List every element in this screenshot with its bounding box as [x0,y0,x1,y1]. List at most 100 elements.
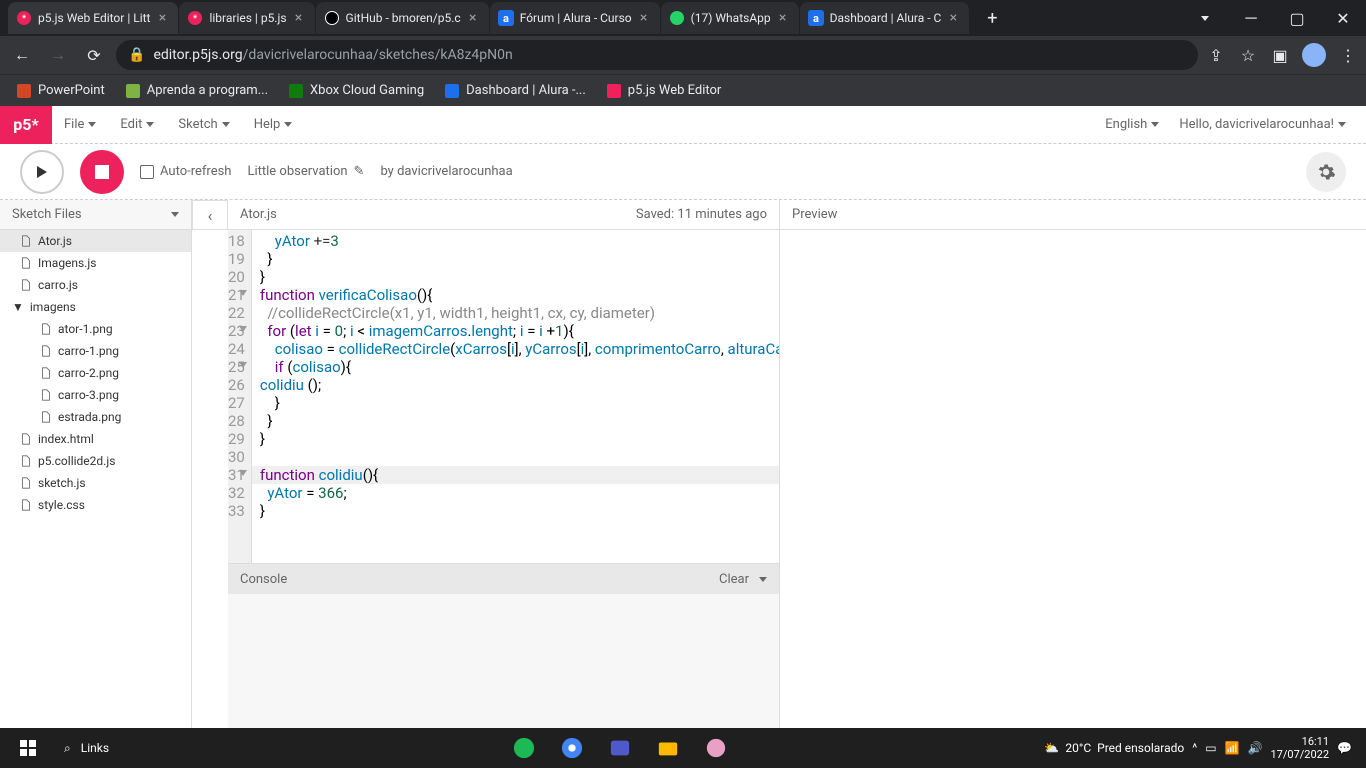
tray-chevron-icon[interactable]: ^ [1192,741,1197,755]
bookmark-item[interactable]: PowerPoint [8,77,113,105]
reload-button[interactable]: ⟳ [80,41,108,69]
file-item[interactable]: ator-1.png [0,318,191,340]
taskbar-weather[interactable]: ⛅ 20°C Pred ensolarado [1044,741,1184,755]
bookmark-item[interactable]: p5.js Web Editor [598,77,730,105]
console-output [228,594,779,728]
chevron-down-icon[interactable] [171,212,179,217]
menu-help[interactable]: Help [242,106,305,144]
bookmark-item[interactable]: Dashboard | Alura -... [436,77,594,105]
profile-avatar[interactable] [1302,43,1326,67]
browser-tab[interactable]: aDashboard | Alura - C× [800,2,970,34]
bookmark-item[interactable]: Aprenda a program... [117,77,276,105]
tab-favicon: * [187,10,203,26]
tab-close-icon[interactable]: × [945,10,961,26]
sketch-title[interactable]: Little observation ✎ [247,164,364,179]
file-item[interactable]: carro-3.png [0,384,191,406]
address-bar[interactable]: 🔒 editor.p5js.org/davicrivelarocunhaa/sk… [116,40,1198,70]
tab-close-icon[interactable]: × [291,10,307,26]
play-button[interactable] [20,150,64,194]
file-item[interactable]: carro-2.png [0,362,191,384]
tray-wifi-icon[interactable]: 📶 [1225,741,1240,755]
bookmark-favicon [288,83,304,99]
chevron-down-icon [284,122,292,127]
back-button[interactable]: ← [8,41,36,69]
tray-battery-icon[interactable]: ▭ [1205,741,1216,755]
browser-tab[interactable]: *p5.js Web Editor | Litt× [8,2,178,34]
preview-label: Preview [792,207,837,222]
lock-icon: 🔒 [128,47,145,63]
taskbar-app-chrome[interactable] [549,728,595,768]
menu-file[interactable]: File [52,106,108,144]
console-clear-button[interactable]: Clear [719,572,749,587]
tab-close-icon[interactable]: × [636,10,652,26]
file-item[interactable]: Ator.js [0,230,191,252]
menu-sketch[interactable]: Sketch [166,106,241,144]
window-maximize-button[interactable]: ▢ [1274,0,1320,36]
taskbar-clock[interactable]: 16:11 17/07/2022 [1271,735,1330,761]
taskbar-app-explorer[interactable] [645,728,691,768]
bookmark-favicon [125,83,141,99]
file-item[interactable]: carro.js [0,274,191,296]
tab-close-icon[interactable]: × [465,10,481,26]
browser-tab[interactable]: a Fórum | Alura - Curso × [490,2,660,34]
new-tab-button[interactable]: + [978,4,1006,32]
folder-item[interactable]: ▼ imagens [0,296,191,318]
menu-icon[interactable]: ⋮ [1338,45,1358,65]
language-selector[interactable]: English [1105,117,1159,132]
file-item[interactable]: Imagens.js [0,252,191,274]
bookmarks-bar: PowerPointAprenda a program...Xbox Cloud… [0,74,1366,106]
forward-button[interactable]: → [44,41,72,69]
menu-edit[interactable]: Edit [108,106,166,144]
tab-favicon [669,10,685,26]
start-button[interactable] [4,728,52,768]
file-item[interactable]: index.html [0,428,191,450]
user-greeting[interactable]: Hello, davicrivelarocunhaa! [1179,117,1346,132]
browser-tab[interactable]: (17) WhatsApp × [661,2,799,34]
p5-logo[interactable]: p5* [0,106,52,144]
file-item[interactable]: carro-1.png [0,340,191,362]
star-icon[interactable]: ☆ [1238,45,1258,65]
taskbar-app-spotify[interactable] [501,728,547,768]
tab-favicon [324,10,340,26]
tray-sound-icon[interactable]: 🔊 [1248,741,1263,755]
tab-title: (17) WhatsApp [691,11,771,25]
tab-title: Fórum | Alura - Curso [520,11,632,25]
taskbar-search[interactable]: ⌕ Links [52,741,121,756]
tab-title: GitHub - bmoren/p5.c [346,11,461,25]
file-item[interactable]: sketch.js [0,472,191,494]
tray-notifications-icon[interactable]: 💬 [1337,741,1352,755]
tab-strip: *p5.js Web Editor | Litt×*libraries | p5… [0,0,1366,36]
taskbar-app-teams[interactable] [597,728,643,768]
file-item[interactable]: style.css [0,494,191,516]
stop-button[interactable] [80,150,124,194]
tab-title: libraries | p5.js [209,11,286,25]
window-dropdown-icon[interactable] [1182,0,1228,36]
chevron-down-icon[interactable] [759,577,767,582]
preview-canvas [780,230,1366,728]
bookmark-favicon [16,83,32,99]
console-label: Console [240,572,287,587]
tab-favicon: a [808,10,824,26]
bookmark-item[interactable]: Xbox Cloud Gaming [280,77,432,105]
tab-favicon: * [16,10,32,26]
browser-tab[interactable]: * libraries | p5.js × [179,2,314,34]
window-close-button[interactable]: ✕ [1320,0,1366,36]
chevron-down-icon [1338,122,1346,127]
code-editor[interactable]: yAtor +=3 }}function verificaColisao(){ … [252,230,779,563]
sidebar-collapse-button[interactable]: ‹ [192,200,228,230]
share-icon[interactable]: ⇪ [1206,45,1226,65]
chevron-down-icon [1151,122,1159,127]
url-path: /davicrivelarocunhaa/sketches/kA8z4pN0n [243,47,513,63]
taskbar-app-paint[interactable] [693,728,739,768]
auto-refresh-toggle[interactable]: Auto-refresh [140,164,231,179]
file-item[interactable]: p5.collide2d.js [0,450,191,472]
sidebar-header: Sketch Files [0,200,191,230]
window-minimize-button[interactable]: ─ [1228,0,1274,36]
file-item[interactable]: estrada.png [0,406,191,428]
tab-close-icon[interactable]: × [775,10,791,26]
browser-tab[interactable]: GitHub - bmoren/p5.c × [316,2,489,34]
tab-close-icon[interactable]: × [154,10,170,26]
settings-button[interactable] [1306,152,1346,192]
tab-favicon: a [498,10,514,26]
extensions-icon[interactable]: ▣ [1270,45,1290,65]
